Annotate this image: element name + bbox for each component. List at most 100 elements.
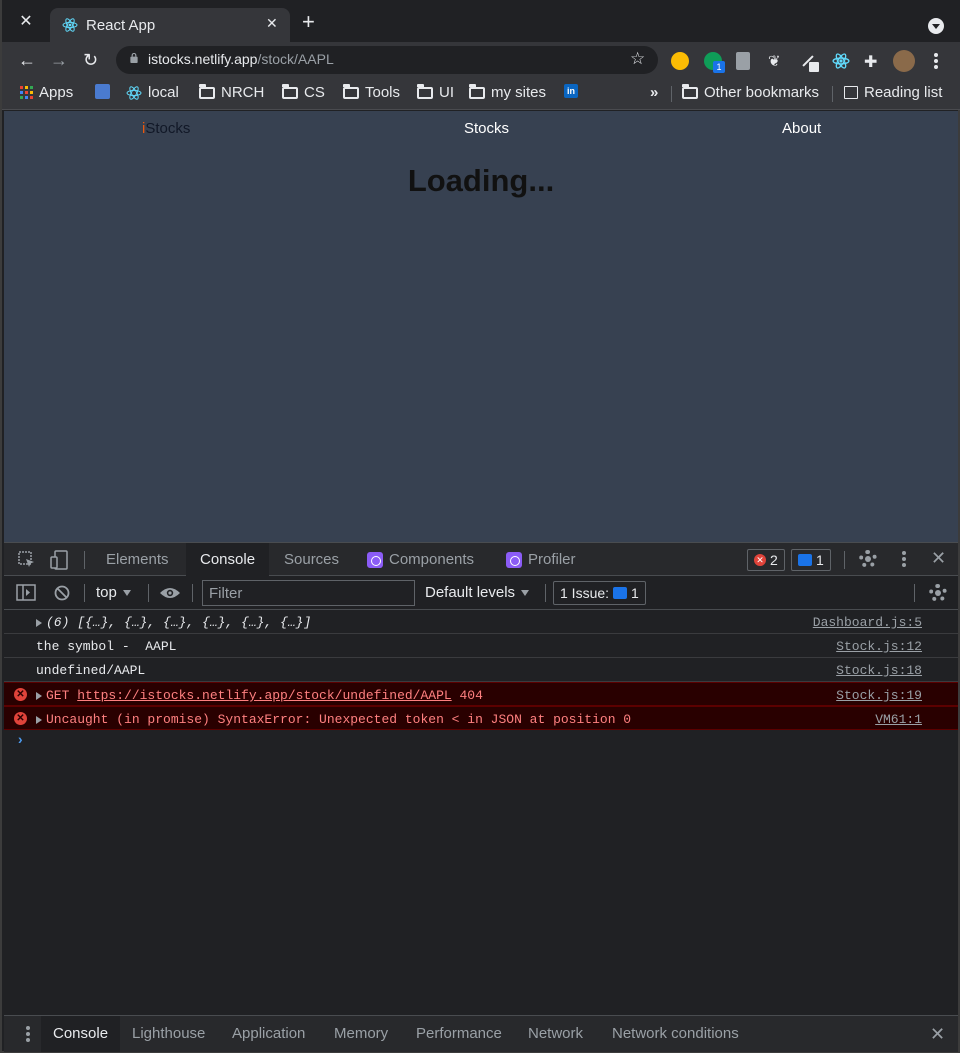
console-error-row[interactable]: ✕ GET https://istocks.netlify.app/stock/…	[4, 682, 958, 706]
devtools-menu-icon[interactable]	[902, 557, 906, 561]
error-counter[interactable]: ✕ 2	[747, 549, 785, 571]
bookmark-folder-cs[interactable]: CS	[282, 83, 325, 101]
filter-input[interactable]	[202, 580, 415, 606]
console-prompt-icon: ›	[16, 733, 25, 749]
bookmark-label: local	[148, 84, 179, 101]
console-log-row[interactable]: (6) [{…}, {…}, {…}, {…}, {…}, {…}] Dashb…	[4, 610, 958, 634]
log-source-link[interactable]: Stock.js:18	[836, 663, 922, 678]
error-source-link[interactable]: Stock.js:19	[836, 688, 922, 703]
sidebar-toggle-icon[interactable]	[16, 584, 36, 601]
inspect-element-icon[interactable]	[18, 551, 36, 569]
drawer-tab-application[interactable]: Application	[220, 1016, 317, 1052]
chevron-down-icon	[521, 590, 530, 597]
http-status: 404	[459, 688, 483, 703]
browser-toolbar: ← → ↻ istocks.netlify.app/stock/AAPL ☆ 1…	[2, 42, 960, 78]
folder-icon	[343, 83, 359, 99]
log-message: undefined/AAPL	[36, 663, 146, 678]
address-bar[interactable]: istocks.netlify.app/stock/AAPL ☆	[116, 46, 658, 74]
extension-pen-icon[interactable]	[800, 52, 819, 72]
extension-compass-icon[interactable]	[671, 52, 689, 70]
drawer-tab-performance[interactable]: Performance	[404, 1016, 514, 1052]
context-label: top	[96, 584, 117, 601]
error-source-link[interactable]: VM61:1	[875, 712, 922, 727]
folder-icon	[682, 83, 698, 99]
log-levels-label: Default levels	[425, 584, 516, 601]
brand-logo-link[interactable]: iStocks	[142, 120, 190, 137]
drawer-tab-network[interactable]: Network	[516, 1016, 595, 1052]
profile-avatar[interactable]	[893, 50, 915, 72]
drawer-tab-network-conditions[interactable]: Network conditions	[600, 1016, 751, 1052]
console-log-row[interactable]: undefined/AAPL Stock.js:18	[4, 658, 958, 682]
console-log-row[interactable]: the symbol - AAPL Stock.js:12	[4, 634, 958, 658]
reload-icon[interactable]: ↻	[83, 50, 98, 70]
device-toolbar-icon[interactable]	[50, 550, 70, 570]
tab-strip: ✕ React App ✕ +	[2, 0, 960, 42]
log-levels-dropdown[interactable]: Default levels	[425, 584, 530, 601]
tab-title: React App	[86, 17, 156, 34]
extensions-puzzle-icon[interactable]: ✚	[864, 52, 882, 71]
extension-page-icon[interactable]	[736, 52, 750, 70]
divider	[914, 584, 915, 602]
back-icon[interactable]: ←	[18, 50, 36, 70]
bookmark-other[interactable]: Other bookmarks	[682, 83, 819, 101]
clear-console-icon[interactable]	[54, 585, 70, 601]
lock-icon	[130, 53, 138, 63]
nav-link-stocks[interactable]: Stocks	[464, 120, 509, 137]
bookmark-apps[interactable]: Apps	[20, 84, 73, 101]
close-window-icon[interactable]: ✕	[16, 12, 36, 32]
console-prompt-area[interactable]: ›	[4, 730, 958, 1030]
new-tab-icon[interactable]: +	[302, 11, 315, 33]
react-devtools-icon[interactable]	[832, 52, 850, 70]
chrome-menu-icon[interactable]	[934, 59, 938, 63]
browser-tab[interactable]: React App ✕	[50, 8, 290, 42]
linkedin-icon: in	[564, 84, 578, 98]
console-error-row[interactable]: ✕ Uncaught (in promise) SyntaxError: Une…	[4, 706, 958, 730]
tab-search-icon[interactable]	[928, 18, 944, 34]
settings-gear-icon[interactable]	[859, 550, 877, 568]
close-tab-icon[interactable]: ✕	[266, 15, 278, 32]
divider	[148, 584, 149, 602]
message-counter[interactable]: 1	[791, 549, 831, 571]
tab-console[interactable]: Console	[186, 543, 270, 576]
more-bookmarks-icon[interactable]: »	[650, 84, 658, 101]
issues-button[interactable]: 1 Issue: 1	[553, 581, 646, 605]
reading-list[interactable]: Reading list	[844, 84, 942, 101]
tab-components[interactable]: Components	[353, 543, 488, 576]
close-drawer-icon[interactable]: ✕	[930, 1024, 945, 1045]
bookmark-label: Tools	[365, 84, 401, 101]
extension-grammar-icon[interactable]: 1	[704, 52, 725, 73]
bookmark-form[interactable]	[95, 84, 110, 99]
forward-icon[interactable]: →	[50, 50, 68, 70]
log-source-link[interactable]: Stock.js:12	[836, 639, 922, 654]
bookmark-local[interactable]: local	[126, 84, 179, 101]
drawer-tab-memory[interactable]: Memory	[322, 1016, 400, 1052]
bookmark-folder-tools[interactable]: Tools	[343, 83, 401, 101]
console-output: (6) [{…}, {…}, {…}, {…}, {…}, {…}] Dashb…	[4, 610, 958, 1030]
divider	[545, 584, 546, 602]
drawer-tab-console[interactable]: Console	[41, 1016, 121, 1052]
error-icon: ✕	[754, 554, 766, 566]
bookmark-label: CS	[304, 84, 325, 101]
log-source-link[interactable]: Dashboard.js:5	[813, 615, 922, 630]
drawer-menu-icon[interactable]	[26, 1032, 30, 1036]
message-count: 1	[816, 552, 824, 568]
bookmark-star-icon[interactable]: ☆	[630, 49, 645, 69]
tab-sources[interactable]: Sources	[270, 543, 353, 576]
tab-profiler[interactable]: Profiler	[492, 543, 590, 576]
console-settings-gear-icon[interactable]	[929, 584, 947, 602]
nav-link-about[interactable]: About	[782, 120, 821, 137]
react-profiler-icon	[506, 551, 522, 568]
error-count: 2	[770, 552, 778, 568]
bookmark-folder-ui[interactable]: UI	[417, 83, 454, 101]
error-url-link[interactable]: https://istocks.netlify.app/stock/undefi…	[77, 688, 451, 703]
tab-elements[interactable]: Elements	[92, 543, 183, 576]
reading-list-icon	[844, 86, 858, 99]
bookmark-linkedin[interactable]: in	[564, 84, 578, 98]
bookmark-folder-my-sites[interactable]: my sites	[469, 83, 546, 101]
bookmark-folder-nrch[interactable]: NRCH	[199, 83, 264, 101]
context-selector[interactable]: top	[96, 584, 131, 601]
extension-paw-icon[interactable]: ❦	[768, 52, 786, 70]
close-devtools-icon[interactable]: ✕	[931, 548, 946, 569]
live-expression-eye-icon[interactable]	[159, 586, 181, 600]
drawer-tab-lighthouse[interactable]: Lighthouse	[120, 1016, 217, 1052]
